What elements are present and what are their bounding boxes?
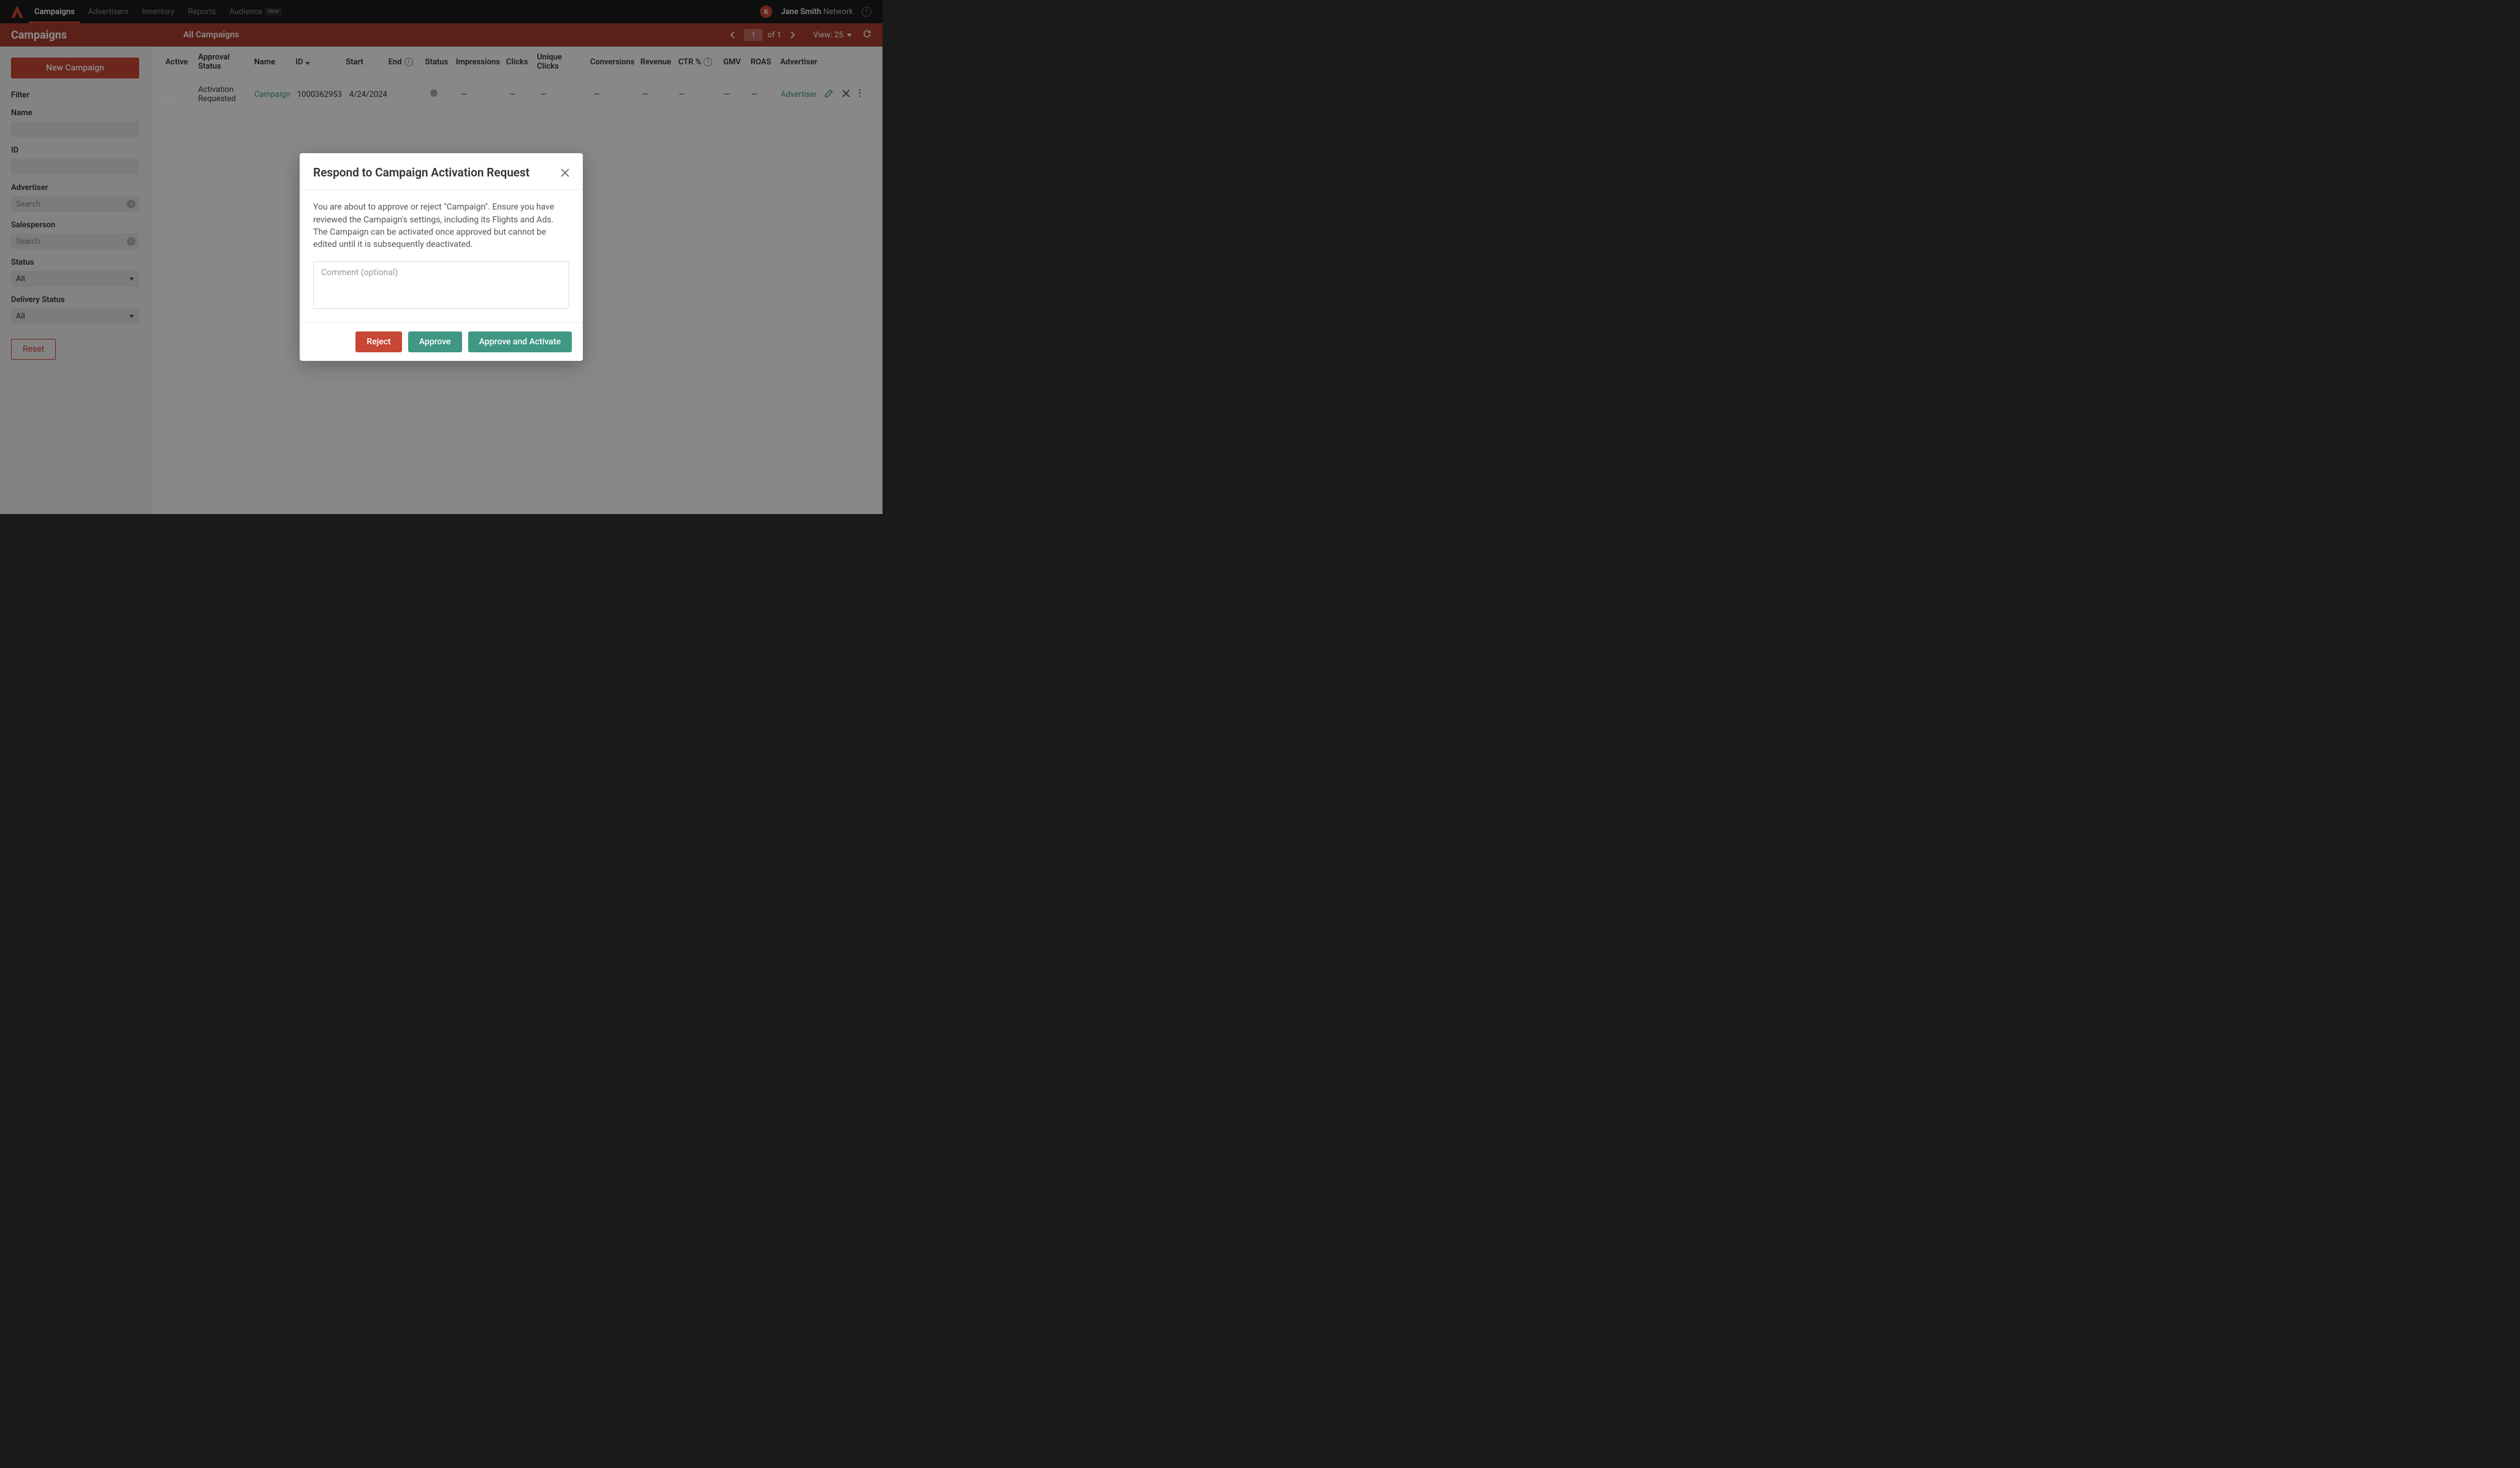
approve-activate-button[interactable]: Approve and Activate	[468, 331, 572, 352]
comment-input[interactable]	[313, 261, 569, 309]
modal-title: Respond to Campaign Activation Request	[313, 165, 529, 180]
modal-overlay: Respond to Campaign Activation Request Y…	[0, 0, 882, 514]
reject-button[interactable]: Reject	[355, 331, 401, 352]
approve-button[interactable]: Approve	[408, 331, 462, 352]
modal-body-text: You are about to approve or reject "Camp…	[313, 201, 569, 251]
close-icon	[561, 168, 569, 177]
activation-modal: Respond to Campaign Activation Request Y…	[300, 153, 583, 360]
modal-close-button[interactable]	[561, 167, 569, 179]
